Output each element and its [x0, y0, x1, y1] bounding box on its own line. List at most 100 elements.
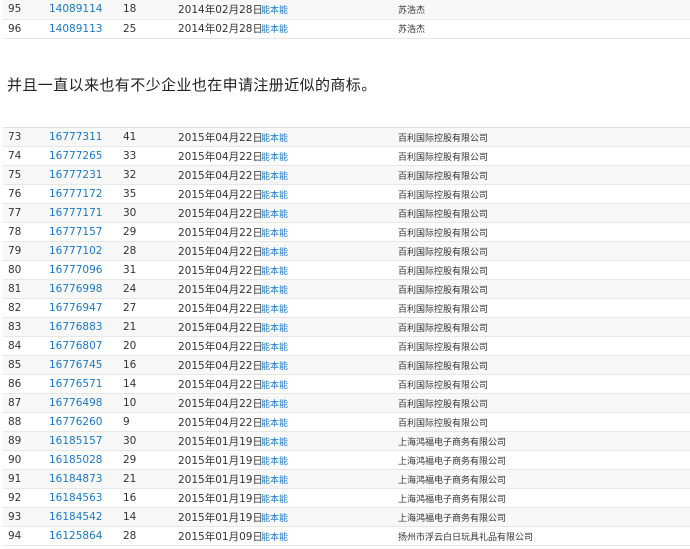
- trademark-name-link[interactable]: 能本能: [261, 488, 398, 508]
- class-number: 14: [123, 507, 178, 527]
- application-date: 2015年04月22日: [178, 260, 261, 280]
- applicant-name: 百利国际控股有限公司: [398, 412, 690, 432]
- row-index: 73: [3, 127, 49, 147]
- application-date: 2015年04月22日: [178, 241, 261, 261]
- application-date: 2015年04月22日: [178, 165, 261, 185]
- trademark-name-link[interactable]: 能本能: [261, 241, 398, 261]
- row-index: 94: [3, 526, 49, 546]
- trademark-name-link[interactable]: 能本能: [261, 317, 398, 337]
- trademark-name-link[interactable]: 能本能: [261, 19, 398, 39]
- row-index: 82: [3, 298, 49, 318]
- registration-number-link[interactable]: 16776807: [49, 336, 123, 356]
- applicant-name: 百利国际控股有限公司: [398, 317, 690, 337]
- class-number: 10: [123, 393, 178, 413]
- trademark-name-link[interactable]: 能本能: [261, 222, 398, 242]
- application-date: 2015年04月22日: [178, 127, 261, 147]
- application-date: 2015年01月19日: [178, 469, 261, 489]
- registration-number-link[interactable]: 16184542: [49, 507, 123, 527]
- trademark-name-link[interactable]: 能本能: [261, 526, 398, 546]
- class-number: 32: [123, 165, 178, 185]
- trademark-table-main: 73 16777311 41 2015年04月22日 能本能 百利国际控股有限公司 74 16…: [3, 127, 690, 546]
- registration-number-link[interactable]: 16184873: [49, 469, 123, 489]
- applicant-name: 百利国际控股有限公司: [398, 298, 690, 318]
- trademark-name-link[interactable]: 能本能: [261, 0, 398, 20]
- application-date: 2015年01月09日: [178, 526, 261, 546]
- trademark-name-link[interactable]: 能本能: [261, 450, 398, 470]
- applicant-name: 百利国际控股有限公司: [398, 374, 690, 394]
- class-number: 28: [123, 241, 178, 261]
- registration-number-link[interactable]: 16185157: [49, 431, 123, 451]
- registration-number-link[interactable]: 16777102: [49, 241, 123, 261]
- registration-number-link[interactable]: 14089113: [49, 19, 123, 39]
- registration-number-link[interactable]: 16776883: [49, 317, 123, 337]
- trademark-name-link[interactable]: 能本能: [261, 507, 398, 527]
- registration-number-link[interactable]: 16777171: [49, 203, 123, 223]
- row-index: 74: [3, 146, 49, 166]
- registration-number-link[interactable]: 16777311: [49, 127, 123, 147]
- trademark-name-link[interactable]: 能本能: [261, 298, 398, 318]
- table-row: 86 16776571 14 2015年04月22日 能本能 百利国际控股有限公司: [3, 374, 690, 394]
- trademark-name-link[interactable]: 能本能: [261, 412, 398, 432]
- table-row: 78 16777157 29 2015年04月22日 能本能 百利国际控股有限公司: [3, 222, 690, 242]
- registration-number-link[interactable]: 16776745: [49, 355, 123, 375]
- application-date: 2014年02月28日: [178, 0, 261, 20]
- table-row: 95 14089114 18 2014年02月28日 能本能 苏浩杰: [3, 0, 690, 20]
- class-number: 20: [123, 336, 178, 356]
- trademark-name-link[interactable]: 能本能: [261, 184, 398, 204]
- application-date: 2015年01月19日: [178, 431, 261, 451]
- class-number: 29: [123, 450, 178, 470]
- registration-number-link[interactable]: 16776498: [49, 393, 123, 413]
- trademark-name-link[interactable]: 能本能: [261, 279, 398, 299]
- class-number: 25: [123, 19, 178, 39]
- trademark-name-link[interactable]: 能本能: [261, 469, 398, 489]
- row-index: 75: [3, 165, 49, 185]
- application-date: 2015年04月22日: [178, 184, 261, 204]
- row-index: 96: [3, 19, 49, 39]
- trademark-name-link[interactable]: 能本能: [261, 393, 398, 413]
- application-date: 2015年04月22日: [178, 298, 261, 318]
- trademark-name-link[interactable]: 能本能: [261, 127, 398, 147]
- registration-number-link[interactable]: 16777096: [49, 260, 123, 280]
- applicant-name: 上海鸿福电子商务有限公司: [398, 488, 690, 508]
- class-number: 30: [123, 431, 178, 451]
- class-number: 9: [123, 412, 178, 432]
- table-row: 74 16777265 33 2015年04月22日 能本能 百利国际控股有限公司: [3, 146, 690, 166]
- trademark-name-link[interactable]: 能本能: [261, 146, 398, 166]
- applicant-name: 扬州市浮云白日玩具礼品有限公司: [398, 526, 690, 546]
- class-number: 30: [123, 203, 178, 223]
- row-index: 81: [3, 279, 49, 299]
- registration-number-link[interactable]: 16777172: [49, 184, 123, 204]
- applicant-name: 百利国际控股有限公司: [398, 241, 690, 261]
- registration-number-link[interactable]: 16184563: [49, 488, 123, 508]
- trademark-name-link[interactable]: 能本能: [261, 374, 398, 394]
- registration-number-link[interactable]: 14089114: [49, 0, 123, 20]
- table-row: 79 16777102 28 2015年04月22日 能本能 百利国际控股有限公司: [3, 241, 690, 261]
- registration-number-link[interactable]: 16776998: [49, 279, 123, 299]
- trademark-name-link[interactable]: 能本能: [261, 203, 398, 223]
- registration-number-link[interactable]: 16777265: [49, 146, 123, 166]
- trademark-name-link[interactable]: 能本能: [261, 336, 398, 356]
- applicant-name: 百利国际控股有限公司: [398, 127, 690, 147]
- applicant-name: 上海鸿福电子商务有限公司: [398, 431, 690, 451]
- registration-number-link[interactable]: 16777157: [49, 222, 123, 242]
- application-date: 2015年04月22日: [178, 374, 261, 394]
- row-index: 91: [3, 469, 49, 489]
- registration-number-link[interactable]: 16777231: [49, 165, 123, 185]
- class-number: 29: [123, 222, 178, 242]
- registration-number-link[interactable]: 16776260: [49, 412, 123, 432]
- trademark-name-link[interactable]: 能本能: [261, 431, 398, 451]
- registration-number-link[interactable]: 16125864: [49, 526, 123, 546]
- row-index: 79: [3, 241, 49, 261]
- trademark-name-link[interactable]: 能本能: [261, 355, 398, 375]
- applicant-name: 百利国际控股有限公司: [398, 165, 690, 185]
- table-row: 91 16184873 21 2015年01月19日 能本能 上海鸿福电子商务有限公司: [3, 469, 690, 489]
- application-date: 2015年04月22日: [178, 203, 261, 223]
- table-row: 84 16776807 20 2015年04月22日 能本能 百利国际控股有限公司: [3, 336, 690, 356]
- table-main-body: 73 16777311 41 2015年04月22日 能本能 百利国际控股有限公司 74 16…: [3, 127, 690, 546]
- registration-number-link[interactable]: 16776571: [49, 374, 123, 394]
- registration-number-link[interactable]: 16185028: [49, 450, 123, 470]
- trademark-name-link[interactable]: 能本能: [261, 260, 398, 280]
- trademark-name-link[interactable]: 能本能: [261, 165, 398, 185]
- row-index: 88: [3, 412, 49, 432]
- registration-number-link[interactable]: 16776947: [49, 298, 123, 318]
